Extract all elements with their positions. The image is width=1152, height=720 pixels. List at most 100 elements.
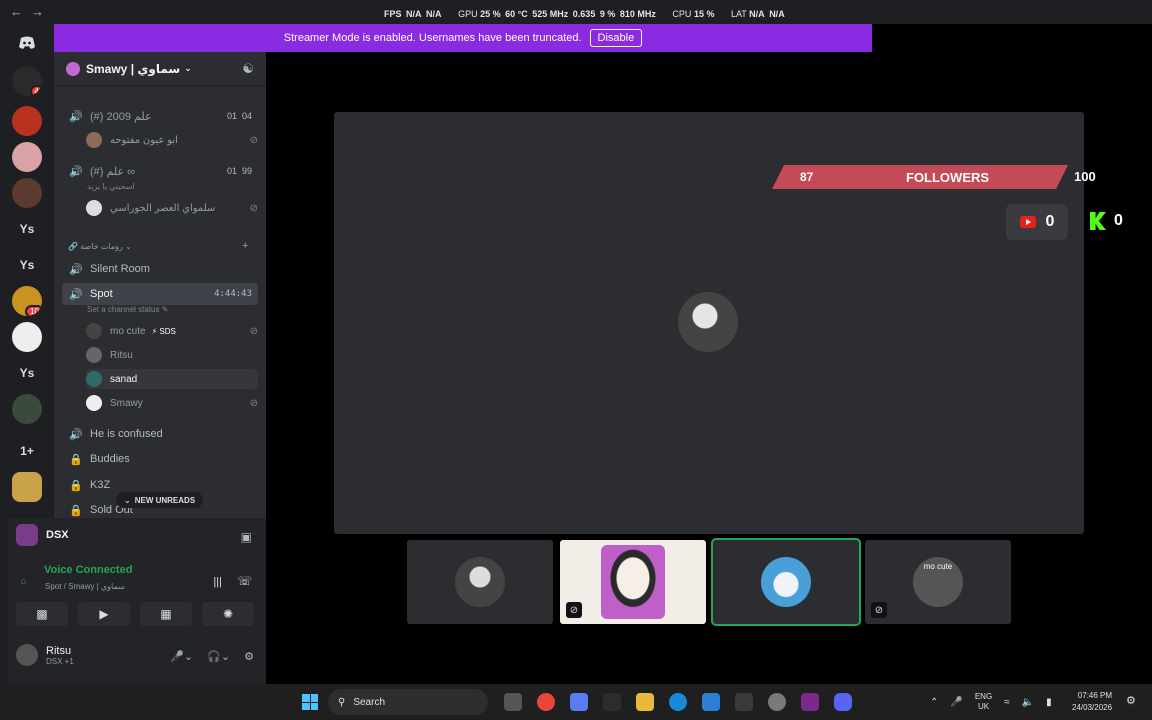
server-icon-1plus[interactable]: 1+ [12, 436, 42, 466]
avatar [601, 545, 665, 619]
server-badge: 4 [29, 85, 42, 96]
server-icon-6[interactable] [12, 322, 42, 352]
channel-he-is-confused[interactable]: 🔊 He is confused [62, 423, 258, 445]
lock-icon: 🔒 [69, 504, 83, 517]
speaker-icon[interactable]: 🔈 [1022, 697, 1034, 708]
server-icon-ys-3[interactable]: Ys [12, 358, 42, 388]
add-friend-icon[interactable]: ☯ [242, 61, 254, 77]
server-icon-1[interactable]: 4 [12, 66, 42, 96]
pencil-icon: ✎ [161, 305, 169, 314]
chrome-icon[interactable] [537, 693, 555, 711]
taskbar-search[interactable]: ⚲ Search [328, 689, 488, 715]
channel-infinity[interactable]: 🔊 (#) علم ∞ 01 99 [62, 160, 258, 182]
task-view-icon[interactable] [504, 693, 522, 711]
clock[interactable]: 07:46 PM 24/03/2026 [1072, 690, 1112, 714]
headphones-icon[interactable]: 🎧⌄ [207, 650, 230, 663]
participant-tile-speaking[interactable] [711, 538, 861, 626]
muted-mic-icon: ⊘ [249, 397, 258, 409]
edge-icon[interactable] [669, 693, 687, 711]
channel-buddies[interactable]: 🔒 Buddies [62, 448, 258, 470]
language-indicator[interactable]: ENG UK [975, 692, 992, 712]
share-screen-button[interactable]: ▶ [78, 602, 130, 626]
server-icon-8[interactable] [12, 472, 42, 502]
disable-streamer-mode-button[interactable]: Disable [589, 29, 643, 47]
store-icon[interactable] [735, 693, 753, 711]
speaker-icon: 🔊 [69, 165, 83, 178]
voice-connected-status[interactable]: Voice Connected [44, 564, 132, 576]
new-unreads-pill[interactable]: ⌄ NEW UNREADS [116, 492, 204, 508]
disconnect-icon[interactable]: ☏ [237, 574, 252, 588]
server-icon-ys-1[interactable]: Ys [12, 214, 42, 244]
activity-row[interactable]: DSX [16, 524, 69, 546]
wifi-icon[interactable]: ≈ [1004, 697, 1010, 708]
soundboard-button[interactable]: ✺ [202, 602, 254, 626]
chevron-up-icon[interactable]: ⌃ [930, 697, 938, 708]
voice-user-mo-cute[interactable]: mo cute ⚡ SDS ⊘ [86, 321, 258, 341]
voice-user-ritsu[interactable]: Ritsu [86, 345, 258, 365]
participant-tile[interactable] [407, 540, 553, 624]
fps-value: N/A [406, 9, 422, 19]
vscode-icon[interactable] [603, 693, 621, 711]
camera-off-button[interactable]: ▩ [16, 602, 68, 626]
deafened-icon: ⊘ [249, 134, 258, 146]
user-controls: 🎤⌄ 🎧⌄ ⚙ [170, 650, 254, 663]
windows-start-icon[interactable] [302, 694, 318, 710]
add-channel-icon[interactable]: + [242, 240, 248, 252]
activities-button[interactable]: ▦ [140, 602, 192, 626]
muted-icon: ⊘ [566, 602, 582, 618]
notification-bell-icon[interactable]: ⚙ [1126, 694, 1136, 707]
link-icon: 🔗 [68, 242, 78, 251]
microphone-icon[interactable]: 🎤 [950, 697, 962, 708]
user-area[interactable]: Ritsu DSX +1 [16, 644, 74, 666]
channel-spot[interactable]: 🔊 Spot 4:44:43 [62, 283, 258, 305]
server-icon-4[interactable] [12, 178, 42, 208]
gpu-temp: 60 °C [505, 9, 528, 19]
user-name: Ritsu [46, 644, 72, 657]
channel-status-setter[interactable]: Set a channel status ✎ [87, 305, 168, 314]
microphone-icon[interactable]: 🎤⌄ [170, 650, 193, 663]
new-unreads-label: NEW UNREADS [134, 495, 196, 505]
server-header[interactable]: Smawy | سماوي ⌄ ☯ [54, 52, 266, 86]
speaker-avatar[interactable] [678, 292, 738, 352]
noise-suppression-icon[interactable]: ||| [213, 576, 222, 588]
channel-silent-room[interactable]: 🔊 Silent Room [62, 258, 258, 280]
server-icon-7[interactable] [12, 394, 42, 424]
battery-icon[interactable]: ▮ [1046, 697, 1052, 708]
speaker-icon: 🔊 [69, 110, 83, 123]
channel-user[interactable]: ابو عيون مفتوحه ⊘ [86, 130, 258, 150]
avatar [86, 347, 102, 363]
channel-name: (#) 2009 علم [90, 110, 152, 123]
channel-user[interactable]: سلمواي العصر الجوراسي ⊘ [86, 198, 258, 218]
participant-tile[interactable]: mo cute ⊘ [865, 540, 1011, 624]
clock-time: 07:46 PM [1077, 691, 1113, 700]
performance-overlay: FPS N/A N/A GPU 25 % 60 °C 525 MHz 0.635… [384, 9, 799, 19]
category-header[interactable]: 🔗 رومات خاصة ⌄ + [68, 240, 248, 252]
gpu-mem: 0.635 [572, 9, 596, 19]
channel-2009[interactable]: 🔊 (#) 2009 علم 01 04 [62, 105, 258, 127]
voice-channel-path[interactable]: Spot / Smawy | سماوي [45, 582, 125, 591]
discord-logo-icon[interactable] [12, 28, 42, 58]
kick-counter: 0 [1090, 212, 1123, 230]
copilot-icon[interactable] [570, 693, 588, 711]
avatar [86, 132, 102, 148]
server-icon-2[interactable] [12, 106, 42, 136]
banner-text: Streamer Mode is enabled. Usernames have… [283, 32, 582, 44]
voice-panel: DSX ▣ ○ Voice Connected Spot / Smawy | س… [8, 518, 266, 684]
gear-icon[interactable]: ⚙ [244, 650, 254, 663]
server-icon-5[interactable]: 10 [12, 286, 42, 316]
server-icon-ys-2[interactable]: Ys [12, 250, 42, 280]
server-icon-3[interactable] [12, 142, 42, 172]
voice-user-sanad[interactable]: sanad [86, 369, 258, 389]
taskbar: ⚲ Search ⌃ 🎤 ENG UK ≈ 🔈 ▮ 07:46 PM 24/03/… [0, 684, 1152, 720]
discord-taskbar-icon[interactable] [834, 693, 852, 711]
voice-user-smawy[interactable]: Smawy ⊘ [86, 393, 258, 413]
app-icon-2[interactable] [801, 693, 819, 711]
participant-tile[interactable]: ⊘ [560, 540, 706, 624]
deafened-icon: ⊘ [249, 202, 258, 214]
nav-arrows[interactable]: ←→ [10, 4, 52, 19]
screen-share-icon[interactable]: ▣ [241, 530, 252, 544]
file-explorer-icon[interactable] [636, 693, 654, 711]
signal-icon[interactable]: ○ [20, 576, 27, 588]
mail-icon[interactable] [702, 693, 720, 711]
app-icon[interactable] [768, 693, 786, 711]
